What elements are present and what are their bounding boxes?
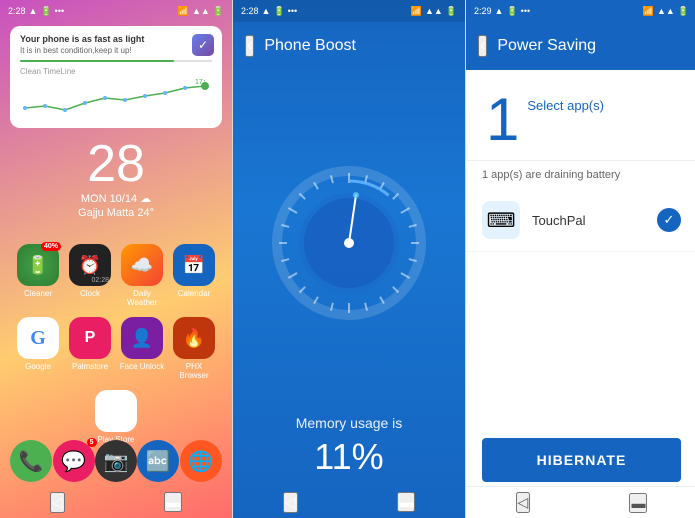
svg-text:17↑: 17↑ bbox=[195, 79, 206, 86]
back-button-power[interactable]: ‹ bbox=[478, 35, 487, 57]
signal2-power-icon: ▲▲ bbox=[657, 6, 675, 16]
select-label: Select app(s) bbox=[527, 90, 604, 113]
boost-nav-bar: ◁ ▬ bbox=[233, 486, 465, 518]
date-display: 28 MON 10/14 ☁ Gajju Matta 24° bbox=[0, 138, 232, 219]
app-face-unlock-label: Face Unlock bbox=[120, 362, 164, 371]
wifi-power-icon: 📶 bbox=[643, 6, 654, 17]
app-face-unlock[interactable]: 👤 Face Unlock bbox=[119, 317, 165, 380]
battery-boost-icon: 🔋 bbox=[273, 6, 284, 17]
time-home: 2:28 bbox=[8, 6, 26, 16]
app-row3: ▶ Play Store bbox=[0, 390, 232, 444]
app-clock[interactable]: ⏰ 02:28 Clock bbox=[67, 244, 113, 307]
home-nav-bar: ◁ ▬ bbox=[0, 486, 232, 518]
signal-boost-icon: ▲ bbox=[262, 6, 271, 16]
app-calendar[interactable]: 📅 Calendar bbox=[171, 244, 217, 307]
app-google-label: Google bbox=[25, 362, 51, 371]
touchpal-icon: ⌨ bbox=[482, 201, 520, 239]
app-clock-label: Clock bbox=[80, 289, 100, 298]
day-info: MON 10/14 ☁ bbox=[0, 192, 232, 205]
battery2-icon: 🔋 bbox=[213, 6, 224, 17]
app-grid-row1: 🔋 40% Cleaner ⏰ 02:28 Clock ☁️ Daily Wea… bbox=[0, 234, 232, 317]
phone-boost-panel: 2:28 ▲ 🔋 ••• 📶 ▲▲ 🔋 ‹ Phone Boost bbox=[233, 0, 465, 518]
mini-chart: 17↑ bbox=[20, 78, 212, 118]
back-button-boost-nav[interactable]: ◁ bbox=[283, 492, 298, 513]
power-saving-panel: 2:29 ▲ 🔋 ••• 📶 ▲▲ 🔋 ‹ Power Saving 1 Sel… bbox=[466, 0, 695, 518]
boost-title: Phone Boost bbox=[264, 37, 356, 55]
touchpal-name: TouchPal bbox=[532, 213, 645, 228]
dock-camera[interactable]: 📷 bbox=[95, 440, 137, 482]
notif-progress-bg bbox=[20, 60, 212, 62]
time-boost: 2:28 bbox=[241, 6, 259, 16]
notif-title: Your phone is as fast as light bbox=[20, 34, 212, 44]
wifi-boost-icon: 📶 bbox=[411, 6, 422, 17]
status-bar-boost: 2:28 ▲ 🔋 ••• 📶 ▲▲ 🔋 bbox=[233, 0, 465, 22]
app-weather[interactable]: ☁️ Daily Weather bbox=[119, 244, 165, 307]
dock-chrome[interactable]: 🌐 bbox=[180, 440, 222, 482]
check-icon: ✓ bbox=[657, 208, 681, 232]
home-button-boost[interactable]: ▬ bbox=[397, 492, 415, 512]
back-button-power-nav[interactable]: ◁ bbox=[516, 492, 531, 513]
home-screen: 2:28 ▲ 🔋 ••• 📶 ▲▲ 🔋 ✓ Your phone is as f… bbox=[0, 0, 232, 518]
boost-header: ‹ Phone Boost bbox=[233, 22, 465, 70]
signal2-icon: ▲▲ bbox=[192, 6, 210, 16]
bottom-dock: 📞 💬 5 📷 🔤 🌐 bbox=[0, 440, 232, 482]
dock-messages[interactable]: 💬 5 bbox=[53, 440, 95, 482]
speedometer-area bbox=[233, 70, 465, 415]
day-number: 28 bbox=[0, 138, 232, 190]
notif-progress-fill bbox=[20, 60, 174, 62]
back-button-boost[interactable]: ‹ bbox=[245, 35, 254, 57]
battery2-power-icon: 🔋 bbox=[678, 6, 689, 17]
speedometer bbox=[269, 163, 429, 323]
app-calendar-label: Calendar bbox=[178, 289, 210, 298]
power-title: Power Saving bbox=[497, 37, 596, 55]
battery-power-icon: 🔋 bbox=[506, 6, 517, 17]
wifi-icon: 📶 bbox=[178, 6, 189, 17]
time-power: 2:29 bbox=[474, 6, 492, 16]
status-bar-power: 2:29 ▲ 🔋 ••• 📶 ▲▲ 🔋 bbox=[466, 0, 695, 22]
app-google[interactable]: G Google bbox=[15, 317, 61, 380]
more-icon: ••• bbox=[55, 6, 64, 16]
app-phx[interactable]: 🔥 PHX Browser bbox=[171, 317, 217, 380]
signal-power-icon: ▲ bbox=[495, 6, 504, 16]
memory-label: Memory usage is bbox=[233, 415, 465, 431]
power-nav-bar: ◁ ▬ bbox=[466, 486, 695, 518]
home-button-power[interactable]: ▬ bbox=[629, 493, 647, 513]
location: Gajju Matta 24° bbox=[0, 207, 232, 219]
app-playstore[interactable]: ▶ Play Store bbox=[90, 390, 142, 444]
notif-brand: Clean TimeLine bbox=[20, 67, 212, 76]
dock-phone[interactable]: 📞 bbox=[10, 440, 52, 482]
app-palmstore[interactable]: P Palmstore bbox=[67, 317, 113, 380]
battery-icon: 🔋 bbox=[40, 6, 51, 17]
app-weather-label: Daily Weather bbox=[119, 289, 165, 307]
app-cleaner[interactable]: 🔋 40% Cleaner bbox=[15, 244, 61, 307]
power-select-number: 1 Select app(s) bbox=[466, 70, 695, 160]
back-button-home[interactable]: ◁ bbox=[50, 492, 65, 513]
power-header: ‹ Power Saving bbox=[466, 22, 695, 70]
draining-info: 1 app(s) are draining battery bbox=[466, 160, 695, 189]
memory-value: 11% bbox=[233, 436, 465, 478]
app-grid-row2: G Google P Palmstore 👤 Face Unlock 🔥 PHX… bbox=[0, 317, 232, 390]
app-cleaner-label: Cleaner bbox=[24, 289, 52, 298]
notif-clean-icon: ✓ bbox=[192, 34, 214, 56]
signal2-boost-icon: ▲▲ bbox=[425, 6, 443, 16]
home-button[interactable]: ▬ bbox=[164, 492, 182, 512]
app-list-item-touchpal[interactable]: ⌨ TouchPal ✓ bbox=[466, 189, 695, 252]
notif-body: It is in best condition,keep it up! bbox=[20, 46, 212, 55]
battery2-boost-icon: 🔋 bbox=[446, 6, 457, 17]
signal-icon: ▲ bbox=[29, 6, 38, 16]
dock-translate[interactable]: 🔤 bbox=[137, 440, 179, 482]
notification-card[interactable]: ✓ Your phone is as fast as light It is i… bbox=[10, 26, 222, 128]
app-palmstore-label: Palmstore bbox=[72, 362, 108, 371]
app-phx-label: PHX Browser bbox=[171, 362, 217, 380]
select-num: 1 bbox=[486, 90, 519, 150]
hibernate-button[interactable]: HIBERNATE bbox=[482, 438, 681, 482]
status-bar-home: 2:28 ▲ 🔋 ••• 📶 ▲▲ 🔋 bbox=[0, 0, 232, 22]
